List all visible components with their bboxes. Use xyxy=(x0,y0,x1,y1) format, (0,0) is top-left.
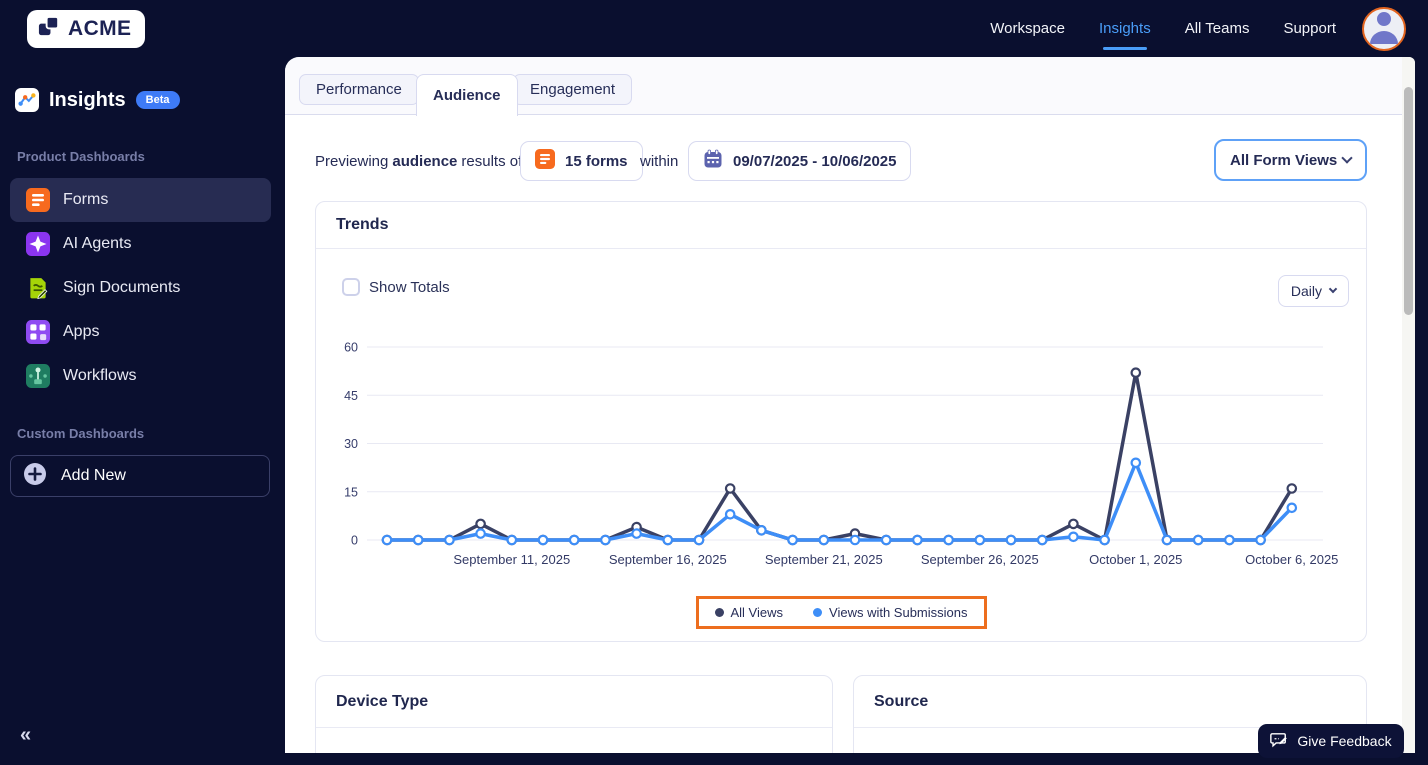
section-custom-dashboards: Custom Dashboards xyxy=(17,426,145,441)
show-totals-checkbox[interactable] xyxy=(342,278,360,296)
svg-text:September 16, 2025: September 16, 2025 xyxy=(609,552,727,567)
svg-text:October 6, 2025: October 6, 2025 xyxy=(1245,552,1338,567)
top-bar: ACME Workspace Insights All Teams Suppor… xyxy=(0,0,1428,57)
form-chip-icon xyxy=(535,149,555,173)
calendar-icon xyxy=(703,149,723,173)
person-icon xyxy=(1364,9,1404,49)
sidebar-item-forms[interactable]: Forms xyxy=(10,178,271,222)
svg-text:60: 60 xyxy=(344,341,358,355)
show-totals-label: Show Totals xyxy=(369,278,450,296)
section-product-dashboards: Product Dashboards xyxy=(17,149,145,164)
collapse-sidebar-icon[interactable]: « xyxy=(20,724,31,747)
tab-engagement[interactable]: Engagement xyxy=(513,74,633,105)
ai-agents-icon xyxy=(26,232,50,256)
sign-documents-icon xyxy=(26,276,50,300)
legend-dot-views-with-submissions xyxy=(813,608,823,617)
sidebar: Insights Beta Product Dashboards Forms A… xyxy=(0,57,285,765)
acme-logo[interactable]: ACME xyxy=(27,9,146,48)
add-new-label: Add New xyxy=(61,467,126,484)
svg-text:October 1, 2025: October 1, 2025 xyxy=(1089,552,1182,567)
interval-dropdown[interactable]: Daily xyxy=(1277,275,1349,307)
beta-badge: Beta xyxy=(135,91,180,109)
nav-item-insights[interactable]: Insights xyxy=(1099,20,1151,37)
vertical-scrollbar[interactable] xyxy=(1402,57,1415,753)
nav-item-all-teams[interactable]: All Teams xyxy=(1185,20,1250,37)
device-type-card-title: Device Type xyxy=(316,676,832,728)
plus-icon xyxy=(23,462,47,491)
date-range-label: 09/07/2025 - 10/06/2025 xyxy=(733,152,897,170)
trends-line-chart: 0 15 30 45 60 September 11, 2025 September 16,… xyxy=(344,341,1338,568)
forms-count-label: 15 forms xyxy=(565,152,628,170)
within-label: within xyxy=(640,152,679,170)
sidebar-item-label: Forms xyxy=(63,191,109,208)
svg-text:45: 45 xyxy=(344,389,358,403)
acme-logo-icon xyxy=(37,14,62,44)
source-card-title: Source xyxy=(854,676,1366,728)
add-new-button[interactable]: Add New xyxy=(10,455,270,497)
forms-icon xyxy=(26,188,50,212)
sidebar-item-label: Workflows xyxy=(63,367,137,384)
preview-emphasis: audience xyxy=(392,152,458,170)
svg-text:15: 15 xyxy=(344,485,358,499)
svg-text:September 26, 2025: September 26, 2025 xyxy=(921,552,1039,567)
sidebar-item-ai-agents[interactable]: AI Agents xyxy=(10,222,271,266)
legend-label: Views with Submissions xyxy=(829,605,968,620)
chevron-down-icon xyxy=(1341,152,1353,164)
sidebar-item-workflows[interactable]: Workflows xyxy=(10,354,271,398)
avatar[interactable] xyxy=(1362,6,1406,51)
workflows-icon xyxy=(26,364,50,388)
top-nav: Workspace Insights All Teams Support xyxy=(990,20,1336,37)
show-totals-control: Show Totals xyxy=(342,278,450,296)
interval-dropdown-label: Daily xyxy=(1290,283,1322,299)
insights-app-icon xyxy=(15,88,39,112)
sidebar-item-sign-documents[interactable]: Sign Documents xyxy=(10,266,271,310)
give-feedback-label: Give Feedback xyxy=(1297,733,1392,749)
main-panel: Performance Audience Engagement Previewi… xyxy=(285,57,1415,753)
apps-icon xyxy=(26,320,50,344)
svg-text:September 21, 2025: September 21, 2025 xyxy=(765,552,883,567)
tab-performance[interactable]: Performance xyxy=(299,74,419,105)
svg-text:0: 0 xyxy=(351,534,358,548)
legend-dot-all-views xyxy=(714,608,724,617)
legend-label: All Views xyxy=(730,605,784,620)
preview-prefix: Previewing xyxy=(315,152,389,170)
trends-card: Trends Show Totals Daily 0 15 30 45 60 Septem… xyxy=(315,201,1367,642)
date-range-chip[interactable]: 09/07/2025 - 10/06/2025 xyxy=(688,141,912,181)
nav-item-workspace[interactable]: Workspace xyxy=(990,20,1065,37)
sidebar-item-label: AI Agents xyxy=(63,235,132,252)
logo-text: ACME xyxy=(68,16,132,40)
device-type-card: Device Type xyxy=(315,675,833,753)
forms-count-chip[interactable]: 15 forms xyxy=(520,141,643,181)
sidebar-title: Insights xyxy=(49,88,126,111)
chevron-down-icon xyxy=(1328,284,1338,294)
legend-item-views-with-submissions[interactable]: Views with Submissions xyxy=(813,605,968,620)
svg-text:September 11, 2025: September 11, 2025 xyxy=(453,552,570,567)
sidebar-item-label: Sign Documents xyxy=(63,279,181,296)
legend-item-all-views[interactable]: All Views xyxy=(714,605,784,620)
preview-suffix: results of xyxy=(461,152,523,170)
feedback-icon xyxy=(1270,731,1288,752)
sidebar-item-apps[interactable]: Apps xyxy=(10,310,271,354)
trends-card-title: Trends xyxy=(316,202,1366,249)
form-views-dropdown[interactable]: All Form Views xyxy=(1214,139,1367,181)
nav-item-support[interactable]: Support xyxy=(1283,20,1336,37)
chart-legend-highlighted: All Views Views with Submissions xyxy=(695,596,987,629)
scrollbar-thumb[interactable] xyxy=(1404,87,1413,315)
svg-text:30: 30 xyxy=(344,437,358,451)
preview-text: Previewing audience results of xyxy=(315,141,522,181)
give-feedback-button[interactable]: Give Feedback xyxy=(1258,724,1404,758)
tab-audience[interactable]: Audience xyxy=(416,74,518,116)
sidebar-header: Insights Beta xyxy=(15,88,285,112)
form-views-dropdown-label: All Form Views xyxy=(1230,151,1338,169)
sidebar-item-label: Apps xyxy=(63,323,100,340)
legend-wrap: All Views Views with Submissions xyxy=(316,596,1366,629)
